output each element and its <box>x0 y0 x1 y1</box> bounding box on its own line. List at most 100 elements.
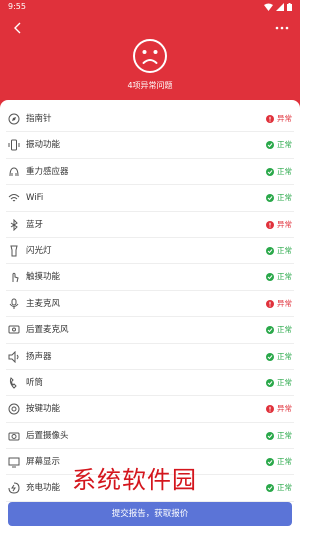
check-label: 后置摄像头 <box>26 430 69 441</box>
check-status: 异常 <box>266 396 292 422</box>
check-status: 正常 <box>266 449 292 475</box>
warning-icon <box>266 220 274 229</box>
check-label: 指南针 <box>26 114 52 124</box>
check-list: 指南针 异常 振动功能 正常 重力感应器 正常 WiFi 正常 蓝牙 异常 闪光灯 正常 触摸功能 正常主… <box>0 106 300 502</box>
rear-microphone-icon <box>8 325 20 334</box>
check-label: 按键功能 <box>26 404 61 415</box>
screen-icon <box>8 457 20 468</box>
check-status: 异常 <box>266 106 292 132</box>
status-text: 正常 <box>277 483 292 493</box>
check-row[interactable]: 后置摄像头 正常 <box>6 423 294 450</box>
check-ok-icon <box>266 484 274 493</box>
check-label: 闪光灯 <box>26 245 52 256</box>
check-label: 后置麦克风 <box>26 325 69 336</box>
issue-summary: 4项异常问题 <box>127 81 173 90</box>
submit-report-button[interactable]: 提交报告，获取报价 <box>8 502 292 526</box>
header: 9:55 4项异常问题 <box>0 0 300 108</box>
warning-icon <box>266 299 274 308</box>
check-label: 主麦克风 <box>26 298 61 309</box>
keys-icon <box>8 403 20 415</box>
check-label: 屏幕显示 <box>26 457 61 468</box>
status-text: 正常 <box>277 457 292 467</box>
status-icons <box>264 3 292 11</box>
check-row[interactable]: 按键功能 异常 <box>6 396 294 423</box>
check-status: 正常 <box>266 264 292 290</box>
check-status: 正常 <box>266 238 292 264</box>
status-time: 9:55 <box>8 2 26 11</box>
check-row[interactable]: 听筒 正常 <box>6 370 294 397</box>
status-text: 正常 <box>277 193 292 203</box>
sad-face-icon <box>133 39 167 73</box>
check-status: 异常 <box>266 212 292 238</box>
check-row[interactable]: 扬声器 正常 <box>6 344 294 370</box>
check-status: 正常 <box>266 185 292 211</box>
check-ok-icon <box>266 194 274 203</box>
touch-icon <box>12 273 19 283</box>
status-text: 异常 <box>277 219 292 229</box>
flashlight-icon <box>10 245 18 257</box>
vibrate-icon <box>8 139 20 151</box>
wifi-status-icon <box>264 3 273 11</box>
check-label: 触摸功能 <box>26 272 61 283</box>
check-status: 正常 <box>266 370 292 396</box>
check-row[interactable]: 触摸功能 正常 <box>6 264 294 291</box>
status-text: 正常 <box>277 325 292 335</box>
status-text: 正常 <box>277 430 292 440</box>
check-row[interactable]: WiFi 正常 <box>6 185 294 212</box>
check-ok-icon <box>266 246 274 255</box>
check-status: 正常 <box>266 159 292 185</box>
back-button[interactable] <box>10 20 26 36</box>
check-row[interactable]: 后置麦克风 正常 <box>6 317 294 344</box>
watermark: 系统软件园 <box>72 466 197 494</box>
gravity-sensor-icon <box>9 167 19 176</box>
status-bar: 9:55 <box>0 0 300 14</box>
status-text: 正常 <box>277 351 292 361</box>
check-row[interactable]: 蓝牙 异常 <box>6 212 294 238</box>
wifi-icon <box>8 194 20 202</box>
check-label: 扬声器 <box>26 351 52 362</box>
check-label: 振动功能 <box>26 140 61 151</box>
microphone-icon <box>9 298 19 309</box>
status-text: 异常 <box>277 114 292 123</box>
check-ok-icon <box>266 273 274 282</box>
status-text: 异常 <box>277 298 292 308</box>
check-ok-icon <box>266 378 274 387</box>
check-label: 蓝牙 <box>26 219 44 230</box>
status-text: 正常 <box>277 245 292 255</box>
check-row[interactable]: 主麦克风 异常 <box>6 291 294 318</box>
warning-icon <box>266 405 274 414</box>
check-row[interactable]: 重力感应器 正常 <box>6 159 294 186</box>
status-text: 异常 <box>277 404 292 414</box>
check-status: 正常 <box>266 317 292 343</box>
signal-icon <box>276 3 284 11</box>
compass-icon <box>8 113 20 125</box>
check-label: 充电功能 <box>26 483 61 494</box>
status-text: 正常 <box>277 272 292 282</box>
check-status: 正常 <box>266 475 292 501</box>
check-row[interactable]: 闪光灯 正常 <box>6 238 294 265</box>
warning-icon <box>266 115 274 123</box>
bluetooth-icon <box>10 218 18 231</box>
check-label: WiFi <box>26 193 44 204</box>
speaker-icon <box>8 350 19 363</box>
earpiece-icon <box>9 377 17 389</box>
check-label: 重力感应器 <box>26 166 69 177</box>
status-text: 正常 <box>277 377 292 387</box>
more-options-icon[interactable] <box>274 20 290 36</box>
check-row[interactable]: 振动功能 正常 <box>6 132 294 159</box>
check-row[interactable]: 指南针 异常 <box>6 106 294 133</box>
check-ok-icon <box>266 458 274 467</box>
check-status: 正常 <box>266 132 292 158</box>
check-status: 正常 <box>266 344 292 370</box>
check-status: 正常 <box>266 423 292 449</box>
charging-icon <box>8 482 20 494</box>
check-ok-icon <box>266 167 274 176</box>
check-label: 听筒 <box>26 377 44 388</box>
status-text: 正常 <box>277 140 292 150</box>
camera-icon <box>8 432 20 441</box>
check-status: 异常 <box>266 291 292 317</box>
check-ok-icon <box>266 352 274 361</box>
battery-icon <box>287 3 292 11</box>
status-text: 正常 <box>277 166 292 176</box>
check-ok-icon <box>266 141 274 150</box>
